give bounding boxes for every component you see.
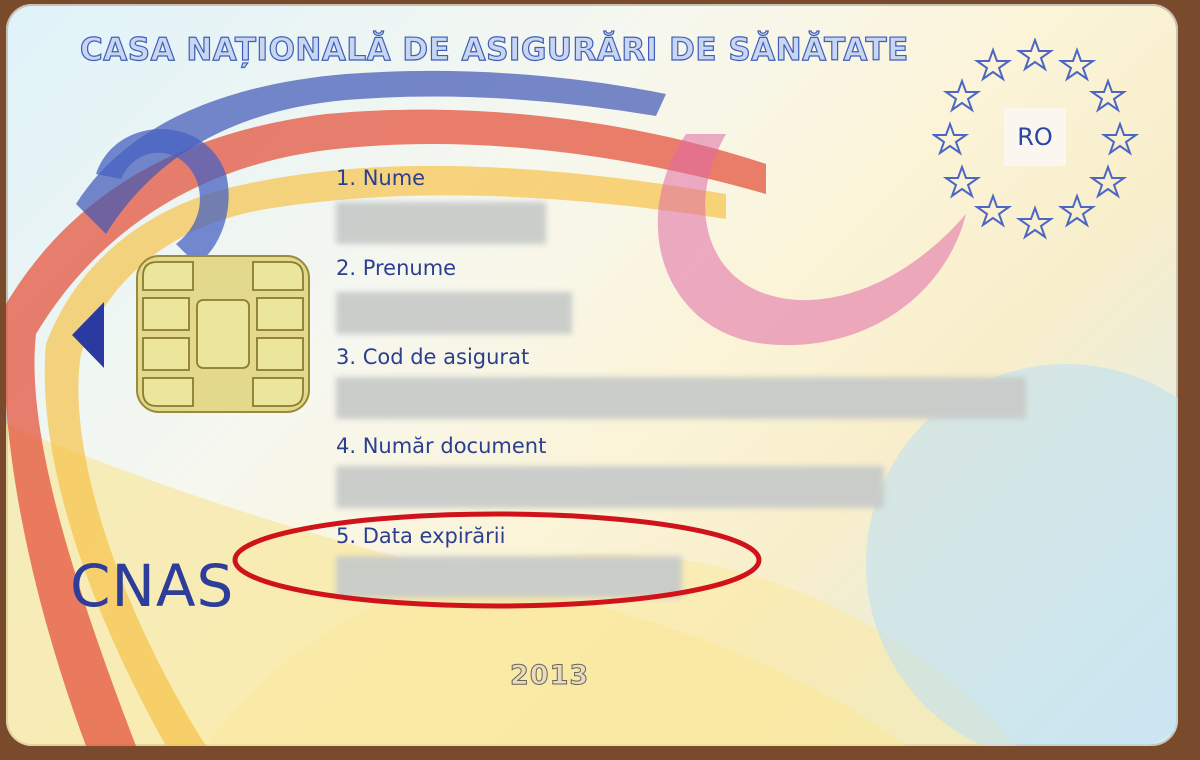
year-mark: 2013 xyxy=(509,660,590,692)
brand-logo-text: CNAS xyxy=(70,552,235,620)
field-label-prenume: 2. Prenume xyxy=(336,256,457,280)
card-title: CASA NAȚIONALĂ DE ASIGURĂRI DE SĂNĂTATE xyxy=(79,31,909,68)
field-label-numar-document: 4. Număr document xyxy=(336,434,547,458)
redacted-numar-document xyxy=(336,466,884,508)
field-label-nume: 1. Nume xyxy=(336,166,426,190)
redacted-prenume xyxy=(336,292,572,334)
health-insurance-card: CASA NAȚIONALĂ DE ASIGURĂRI DE SĂNĂTATE … xyxy=(6,4,1178,746)
redacted-nume xyxy=(336,202,546,244)
field-label-cod-asigurat: 3. Cod de asigurat xyxy=(336,345,530,369)
highlight-ellipse xyxy=(232,511,762,609)
redacted-cod-asigurat xyxy=(336,377,1026,419)
arrow-left-icon xyxy=(72,302,104,368)
country-code-badge: RO xyxy=(1004,108,1066,166)
chip-icon xyxy=(136,255,310,413)
